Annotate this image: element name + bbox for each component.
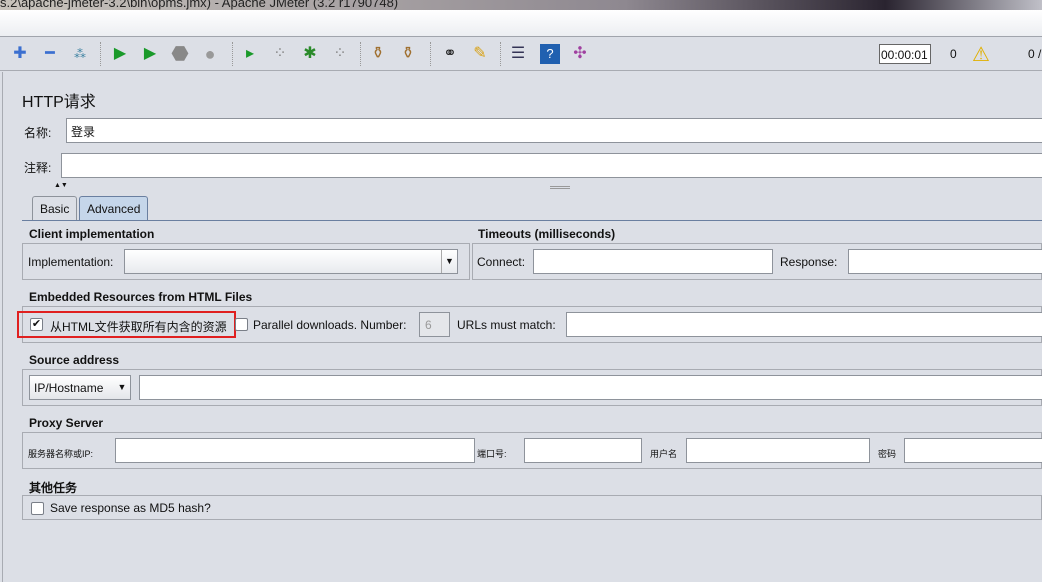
toolbar: ✚ ━ ⁂ ▶ ▶ ⬣ ● ▸ ⁘ ✱ ⁘ ⚱ ⚱ ⚭ ✎ ☰ ? ✣ 00:0… [0,37,1042,71]
source-type-value: IP/Hostname [34,381,104,395]
split-handle[interactable] [550,186,570,189]
proxy-port-input[interactable] [524,438,642,463]
chevron-down-icon: ▼ [441,250,457,273]
response-input[interactable] [848,249,1042,274]
separator [360,42,361,66]
embedded-title: Embedded Resources from HTML Files [29,290,253,304]
source-address-input[interactable] [139,375,1042,400]
proxy-password-input[interactable] [904,438,1042,463]
split-arrows-icon[interactable]: ▲▼ [54,182,68,189]
remote-debug-icon[interactable]: ✱ [300,44,320,64]
response-label: Response: [780,255,838,269]
urls-match-label: URLs must match: [457,318,556,332]
source-title: Source address [29,353,120,367]
parallel-downloads-checkbox[interactable] [235,318,248,331]
remote-stop-icon[interactable]: ⁘ [270,44,290,64]
proxy-server-label: 服务器名称或IP: [28,449,94,459]
error-count: 0 [950,47,957,61]
name-input[interactable]: 登录 [66,118,1042,143]
client-title: Client implementation [29,227,155,241]
separator [100,42,101,66]
proxy-user-label: 用户名 [650,449,678,459]
start-icon[interactable]: ▶ [110,44,130,64]
remote-icon[interactable]: ✣ [570,44,590,64]
source-type-select[interactable]: IP/Hostname ▼ [29,375,131,400]
separator [430,42,431,66]
retrieve-resources-label: 从HTML文件获取所有内含的资源 [50,320,227,334]
urls-match-input[interactable] [566,312,1042,337]
parallel-number-input[interactable]: 6 [419,312,450,337]
add-icon[interactable]: ✚ [10,44,30,64]
search-icon[interactable]: ⚭ [440,44,460,64]
thread-count: 0 / [1028,47,1042,61]
clear-icon[interactable]: ⚱ [368,44,388,64]
chevron-down-icon: ▼ [117,382,127,392]
md5-checkbox[interactable] [31,502,44,515]
proxy-port-label: 端口号: [477,449,507,459]
start-no-pause-icon[interactable]: ▶ [140,44,160,64]
other-title: 其他任务 [29,481,78,495]
proxy-server-input[interactable] [115,438,475,463]
menu-bar [0,10,1042,37]
timeouts-title: Timeouts (milliseconds) [478,227,616,241]
proxy-password-label: 密码 [878,449,897,459]
elapsed-timer: 00:00:01 [879,44,931,64]
warning-icon[interactable]: ⚠ [972,42,990,67]
comment-input[interactable] [61,153,1042,178]
panel-title: HTTP请求 [22,94,96,111]
tab-advanced[interactable]: Advanced [79,196,149,221]
parallel-downloads-label: Parallel downloads. Number: [253,318,407,332]
retrieve-resources-checkbox[interactable]: ✔ [30,318,43,331]
connect-label: Connect: [477,255,526,269]
separator [500,42,501,66]
separator [232,42,233,66]
stop-icon[interactable]: ⬣ [170,44,190,64]
tab-border [22,220,1042,221]
name-label: 名称: [24,126,52,140]
proxy-user-input[interactable] [686,438,870,463]
comment-label: 注释: [24,161,52,175]
remove-icon[interactable]: ━ [40,44,60,64]
clear-all-icon[interactable]: ⚱ [398,44,418,64]
reset-search-icon[interactable]: ✎ [470,44,490,64]
remote-start-icon[interactable]: ▸ [240,44,260,64]
tab-basic[interactable]: Basic [32,196,78,221]
window-title-bar: s.2\apache-jmeter-3.2\bin\opms.jmx) - Ap… [0,0,1042,10]
function-helper-icon[interactable]: ☰ [508,44,528,64]
md5-label: Save response as MD5 hash? [50,501,211,515]
implementation-label: Implementation: [28,255,114,269]
remote-shutdown-icon[interactable]: ⁘ [330,44,350,64]
shutdown-icon[interactable]: ● [200,44,220,64]
toggle-icon[interactable]: ⁂ [70,44,90,64]
connect-input[interactable] [533,249,773,274]
tree-divider[interactable] [0,72,3,582]
window-title: s.2\apache-jmeter-3.2\bin\opms.jmx) - Ap… [0,0,399,10]
implementation-select[interactable]: ▼ [124,249,458,274]
proxy-title: Proxy Server [29,416,104,430]
help-icon[interactable]: ? [540,44,560,64]
